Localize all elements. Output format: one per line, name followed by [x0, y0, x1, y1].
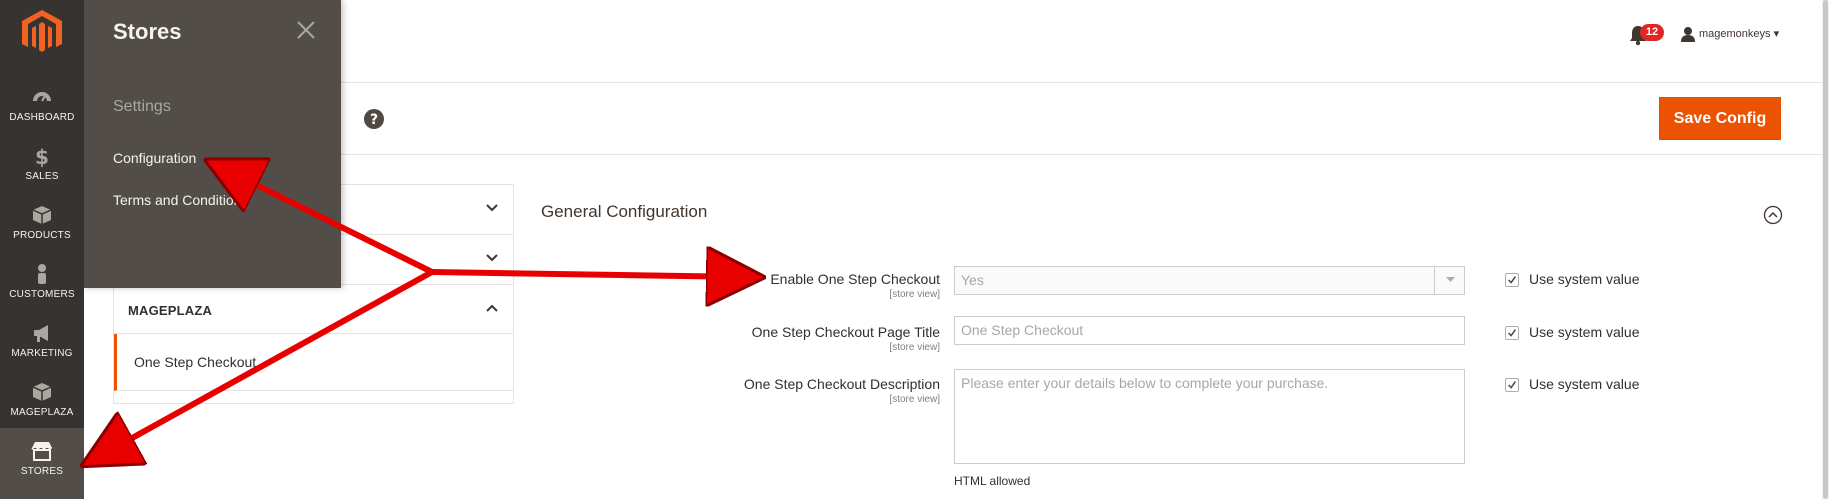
- save-config-button[interactable]: Save Config: [1659, 97, 1781, 140]
- nav-item-mageplaza[interactable]: MAGEPLAZA: [0, 377, 84, 433]
- flyout-title: Stores: [113, 19, 182, 44]
- dashboard-icon: [0, 86, 84, 112]
- use-system-value-label[interactable]: Use system value: [1529, 271, 1639, 287]
- use-system-value-label[interactable]: Use system value: [1529, 324, 1639, 340]
- nav-item-products[interactable]: PRODUCTS: [0, 200, 84, 256]
- field-label-description: One Step Checkout Description: [743, 376, 940, 392]
- collapse-circle-icon[interactable]: [1763, 205, 1783, 225]
- chevron-down-icon: [486, 254, 498, 262]
- help-icon[interactable]: ?: [364, 109, 384, 129]
- user-menu[interactable]: magemonkeys ▾: [1680, 26, 1779, 42]
- nav-label: PRODUCTS: [13, 230, 71, 241]
- magento-logo[interactable]: [22, 10, 62, 54]
- store-icon: [0, 440, 84, 466]
- notifications-badge[interactable]: 12: [1640, 24, 1664, 41]
- chevron-down-icon: ▾: [1770, 27, 1780, 40]
- box-icon: [0, 381, 84, 407]
- field-scope: [store view]: [889, 342, 940, 353]
- nav-label: MAGEPLAZA: [10, 407, 74, 418]
- nav-label: DASHBOARD: [9, 112, 75, 123]
- person-icon: [0, 263, 84, 289]
- svg-text:$: $: [35, 145, 49, 167]
- user-icon: [1681, 27, 1695, 42]
- use-system-value-checkbox[interactable]: [1505, 378, 1519, 392]
- html-allowed-note: HTML allowed: [954, 474, 1031, 488]
- use-system-value-checkbox[interactable]: [1505, 273, 1519, 287]
- chevron-down-icon: [486, 204, 498, 212]
- tabs-footer: [114, 391, 513, 403]
- nav-label: MARKETING: [11, 348, 73, 359]
- field-scope: [store view]: [889, 289, 940, 300]
- username: magemonkeys: [1699, 27, 1771, 40]
- nav-item-stores[interactable]: STORES: [0, 428, 84, 499]
- nav-item-customers[interactable]: CUSTOMERS: [0, 259, 84, 315]
- close-icon[interactable]: [294, 18, 318, 42]
- flyout-link-configuration[interactable]: Configuration: [113, 150, 196, 166]
- tab-group-mageplaza[interactable]: MAGEPLAZA: [114, 285, 513, 334]
- nav-item-marketing[interactable]: MARKETING: [0, 318, 84, 374]
- field-label-page-title: One Step Checkout Page Title: [751, 324, 940, 340]
- description-textarea[interactable]: Please enter your details below to compl…: [954, 369, 1465, 464]
- dollar-icon: $: [0, 145, 84, 171]
- flyout-link-terms-and-conditions[interactable]: Terms and Conditions: [113, 192, 248, 208]
- page-title-input[interactable]: One Step Checkout: [954, 316, 1465, 345]
- chevron-down-icon: [1446, 277, 1455, 282]
- select-arrow: [1434, 266, 1465, 295]
- field-label-enable: Enable One Step Checkout: [770, 271, 940, 287]
- page-header: [341, 0, 1829, 83]
- nav-label: CUSTOMERS: [9, 289, 75, 300]
- nav-label: SALES: [25, 171, 59, 182]
- flyout-section-settings: Settings: [113, 98, 171, 115]
- use-system-value-checkbox[interactable]: [1505, 326, 1519, 340]
- nav-label: STORES: [20, 466, 64, 477]
- admin-sidebar: DASHBOARD $ SALES PRODUCTS CUSTOMERS MAR…: [0, 0, 84, 499]
- enable-one-step-checkout-select[interactable]: Yes: [954, 266, 1465, 295]
- page-actions-bar: [341, 82, 1829, 155]
- tab-item-one-step-checkout[interactable]: One Step Checkout: [114, 334, 513, 391]
- svg-text:?: ?: [370, 112, 378, 128]
- section-title[interactable]: General Configuration: [541, 202, 707, 222]
- nav-item-sales[interactable]: $ SALES: [0, 141, 84, 197]
- tab-group-title: MAGEPLAZA: [128, 303, 213, 318]
- chevron-up-icon: [486, 304, 498, 312]
- scrollbar-thumb[interactable]: [1823, 0, 1828, 499]
- megaphone-icon: [0, 322, 84, 348]
- tab-item-label: One Step Checkout: [134, 354, 257, 370]
- field-scope: [store view]: [889, 394, 940, 405]
- use-system-value-label[interactable]: Use system value: [1529, 376, 1639, 392]
- box-icon: [0, 204, 84, 230]
- stores-flyout-menu: Stores Settings Configuration Terms and …: [84, 0, 341, 288]
- nav-item-dashboard[interactable]: DASHBOARD: [0, 82, 84, 138]
